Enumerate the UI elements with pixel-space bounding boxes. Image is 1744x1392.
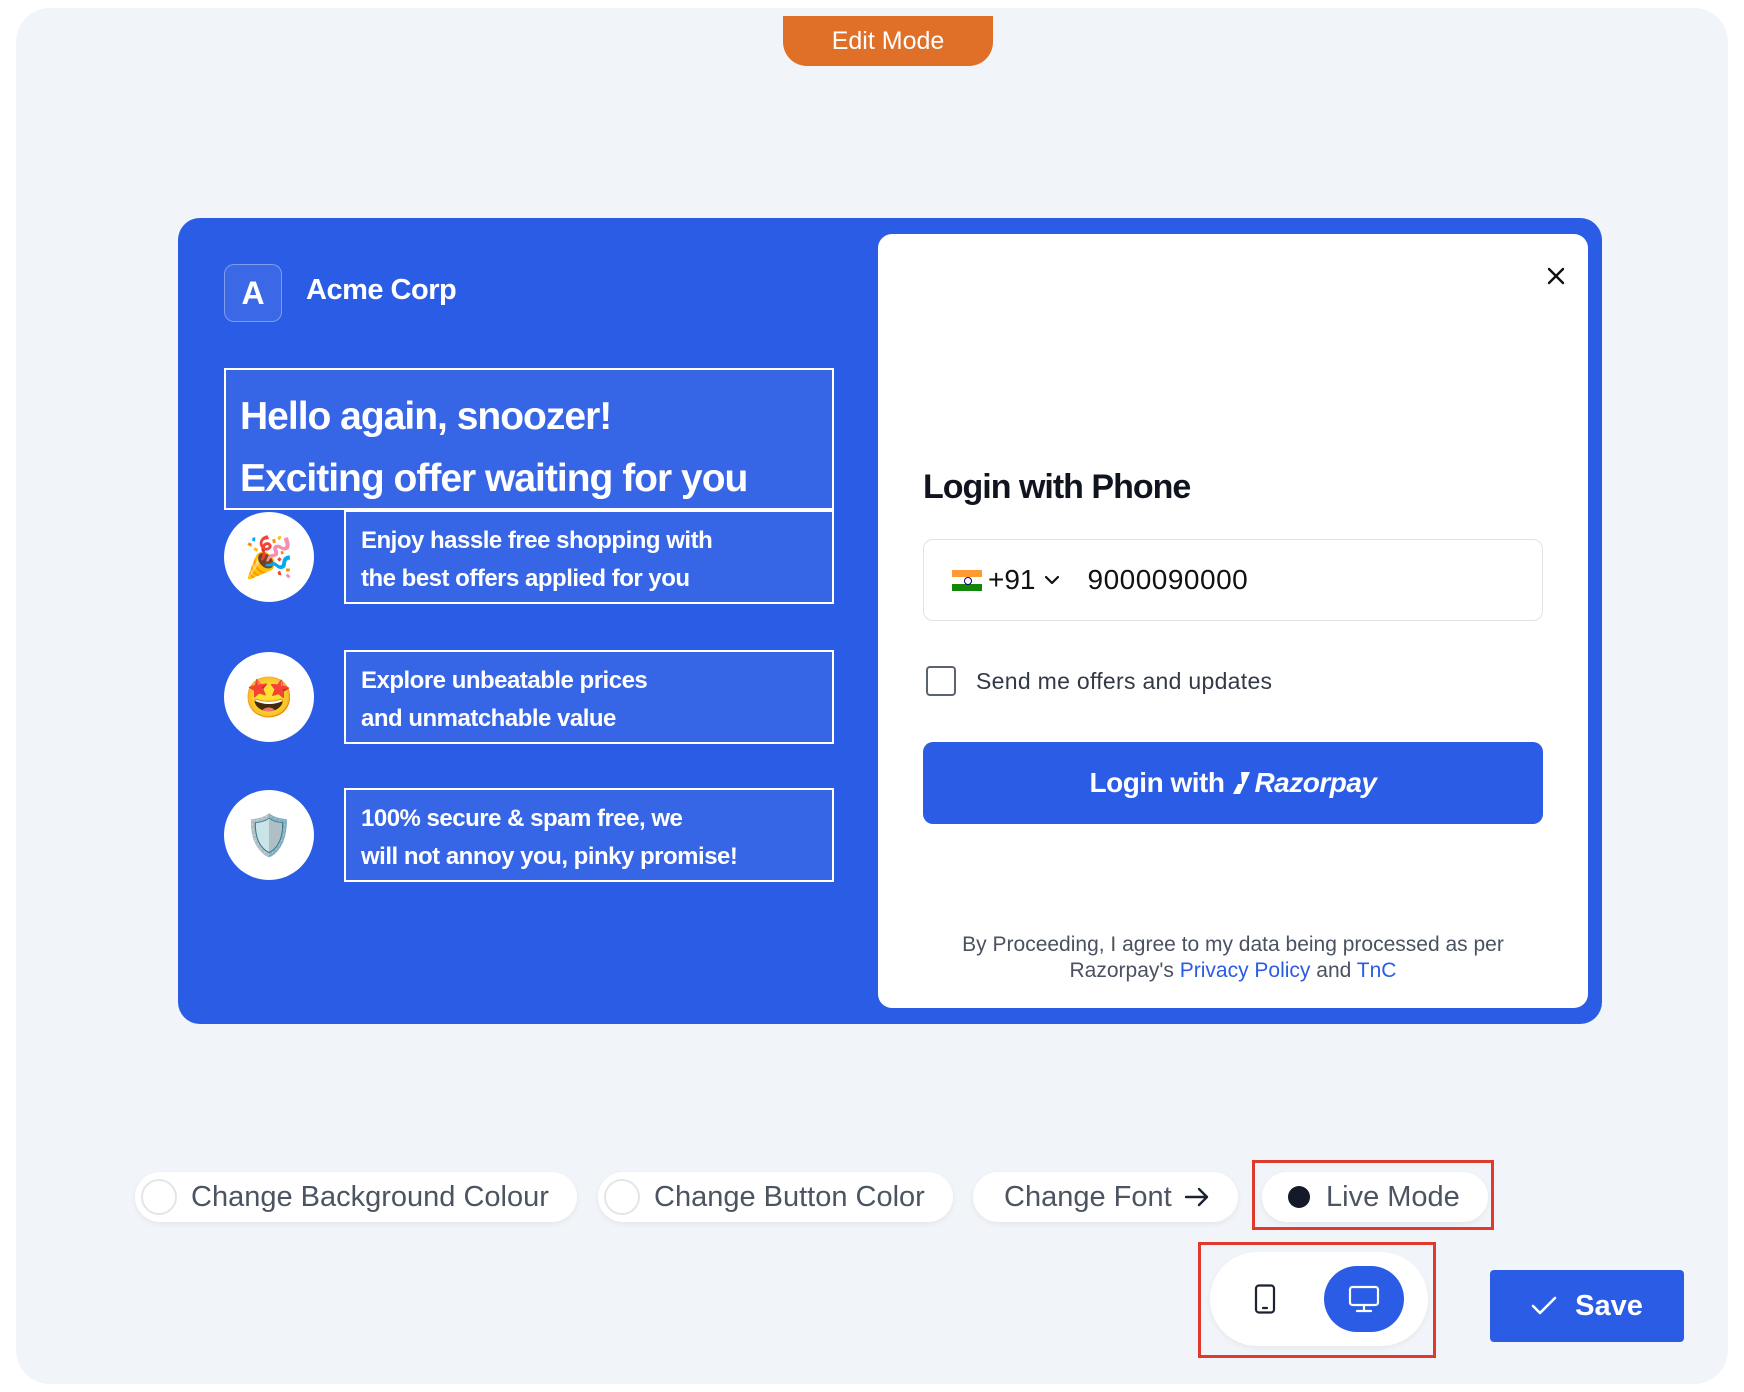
check-icon bbox=[1531, 1296, 1557, 1315]
change-font-button[interactable]: Change Font bbox=[973, 1172, 1238, 1222]
consent-and: and bbox=[1316, 959, 1352, 982]
offers-checkbox-row[interactable]: Send me offers and updates bbox=[926, 666, 1272, 696]
privacy-policy-link[interactable]: Privacy Policy bbox=[1180, 959, 1311, 982]
star-struck-icon: 🤩 bbox=[224, 652, 314, 742]
change-button-color-button[interactable]: Change Button Color bbox=[598, 1172, 953, 1222]
login-with-razorpay-button[interactable]: Login with Razorpay bbox=[923, 742, 1543, 824]
change-background-colour-label: Change Background Colour bbox=[191, 1180, 549, 1213]
feature-line-2: will not annoy you, pinky promise! bbox=[361, 843, 738, 870]
country-code[interactable]: +91 bbox=[988, 564, 1036, 596]
headline-line-1: Hello again, snoozer! bbox=[240, 395, 612, 438]
consent-line-2: Razorpay's bbox=[1069, 959, 1174, 982]
shield-icon: 🛡️ bbox=[224, 790, 314, 880]
phone-number-value[interactable]: 9000090000 bbox=[1088, 564, 1249, 596]
feature-item: 🛡️ 100% secure & spam free, we will not … bbox=[224, 788, 834, 884]
feature-line-1: 100% secure & spam free, we bbox=[361, 805, 683, 832]
device-toggle-highlight bbox=[1198, 1242, 1436, 1358]
feature-text-box[interactable]: Enjoy hassle free shopping with the best… bbox=[344, 510, 834, 604]
live-mode-highlight bbox=[1252, 1160, 1494, 1230]
offers-checkbox-label: Send me offers and updates bbox=[976, 667, 1273, 694]
feature-line-1: Explore unbeatable prices bbox=[361, 667, 648, 694]
tnc-link[interactable]: TnC bbox=[1357, 959, 1397, 982]
phone-input[interactable]: +91 9000090000 bbox=[923, 539, 1543, 621]
feature-item: 🤩 Explore unbeatable prices and unmatcha… bbox=[224, 650, 834, 746]
razorpay-logo: Razorpay bbox=[1232, 767, 1377, 799]
headline-line-2: Exciting offer waiting for you bbox=[240, 457, 748, 500]
feature-line-1: Enjoy hassle free shopping with bbox=[361, 527, 713, 554]
close-icon[interactable] bbox=[1542, 262, 1570, 290]
change-button-color-label: Change Button Color bbox=[654, 1180, 925, 1213]
consent-text: By Proceeding, I agree to my data being … bbox=[923, 932, 1543, 984]
feature-text-box[interactable]: Explore unbeatable prices and unmatchabl… bbox=[344, 650, 834, 744]
save-label: Save bbox=[1575, 1289, 1643, 1322]
brand-name: Acme Corp bbox=[306, 274, 457, 306]
change-background-colour-button[interactable]: Change Background Colour bbox=[135, 1172, 577, 1222]
arrow-right-icon bbox=[1184, 1187, 1208, 1207]
colour-swatch-icon bbox=[604, 1179, 640, 1215]
login-popup: A Acme Corp Hello again, snoozer! Exciti… bbox=[178, 218, 1602, 1024]
party-popper-icon: 🎉 bbox=[224, 512, 314, 602]
save-button[interactable]: Save bbox=[1490, 1270, 1684, 1342]
feature-line-2: and unmatchable value bbox=[361, 705, 616, 732]
brand-logo: A bbox=[224, 264, 282, 322]
india-flag-icon bbox=[952, 569, 982, 591]
colour-swatch-icon bbox=[141, 1179, 177, 1215]
chevron-down-icon[interactable] bbox=[1044, 574, 1060, 586]
headline-box[interactable]: Hello again, snoozer! Exciting offer wai… bbox=[224, 368, 834, 510]
razorpay-wordmark: Razorpay bbox=[1254, 767, 1377, 798]
login-title: Login with Phone bbox=[923, 468, 1191, 506]
change-font-label: Change Font bbox=[1004, 1180, 1172, 1213]
offers-checkbox[interactable] bbox=[926, 666, 956, 696]
feature-item: 🎉 Enjoy hassle free shopping with the be… bbox=[224, 510, 834, 606]
login-button-prefix: Login with bbox=[1089, 767, 1225, 798]
consent-line-1: By Proceeding, I agree to my data being … bbox=[962, 933, 1504, 956]
edit-mode-badge: Edit Mode bbox=[783, 16, 993, 66]
feature-text-box[interactable]: 100% secure & spam free, we will not ann… bbox=[344, 788, 834, 882]
razorpay-mark-icon bbox=[1233, 772, 1251, 794]
feature-line-2: the best offers applied for you bbox=[361, 565, 690, 592]
login-panel: Login with Phone +91 9000090000 Send me … bbox=[878, 234, 1588, 1008]
